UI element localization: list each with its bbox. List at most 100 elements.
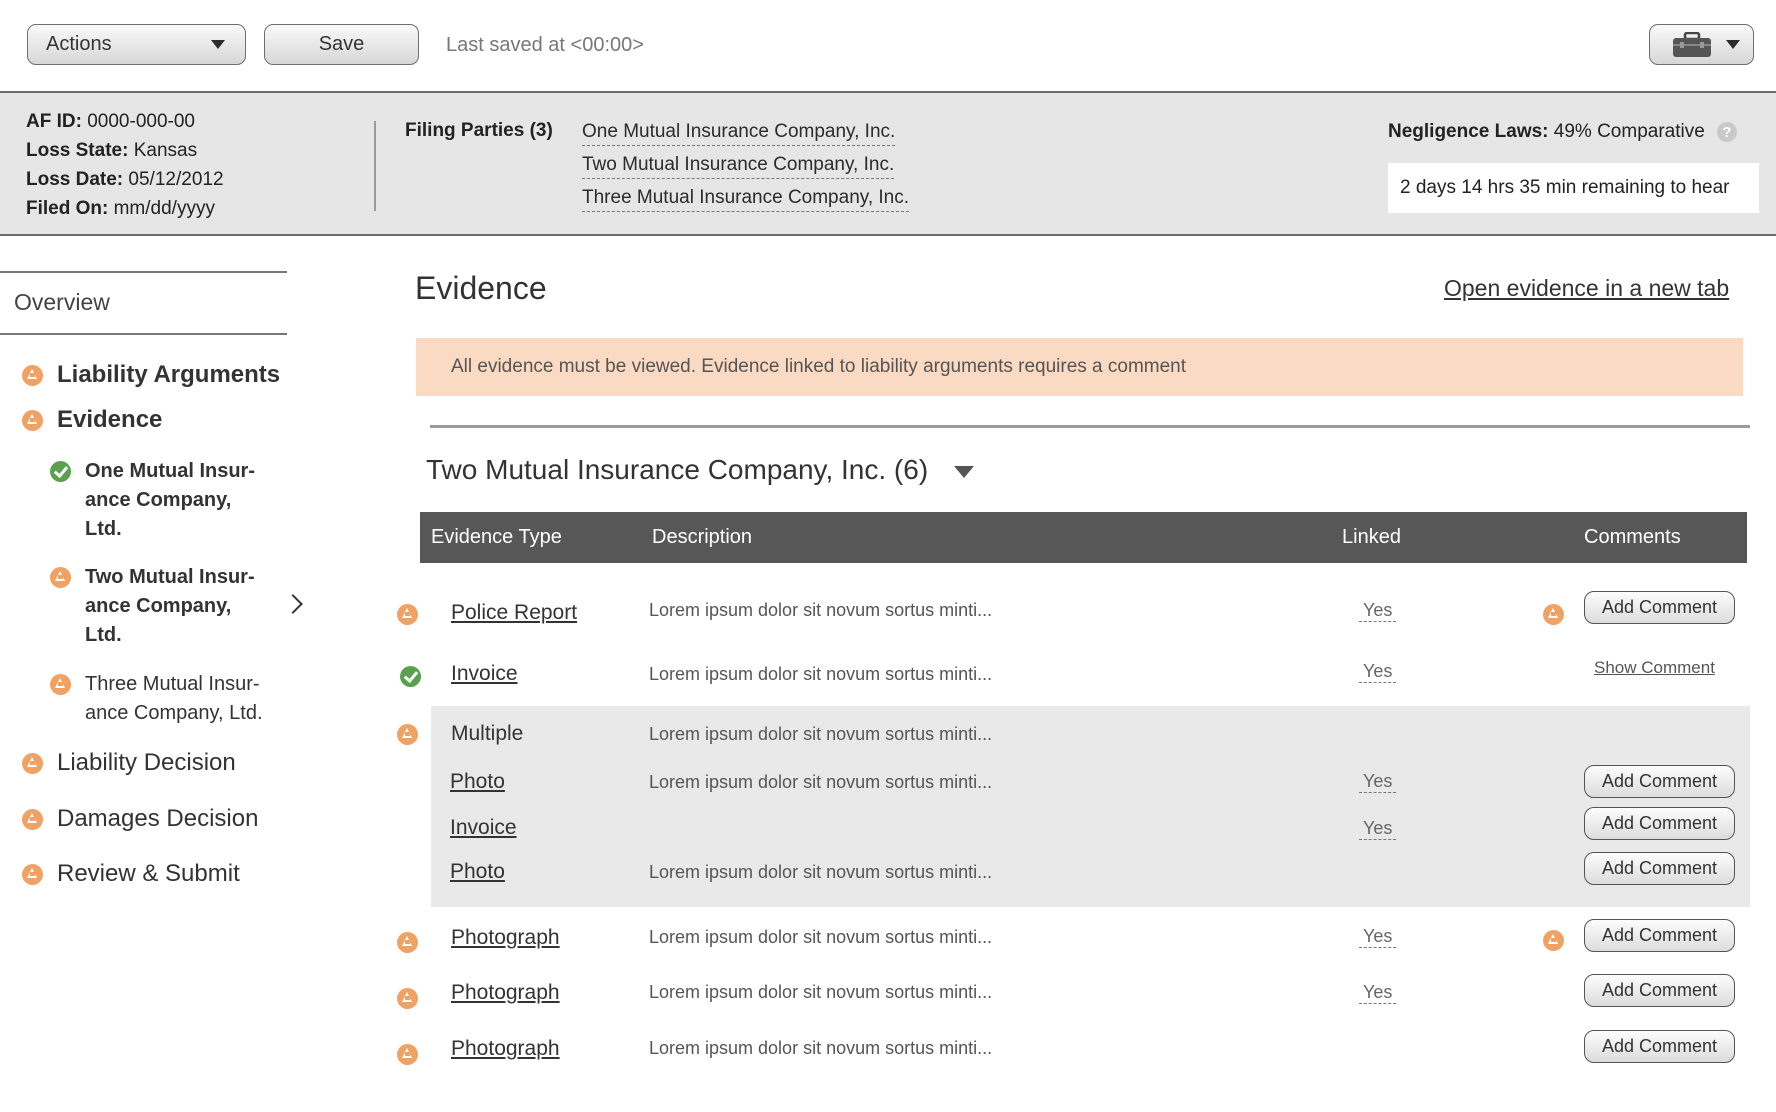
column-header: Evidence Type: [431, 526, 562, 548]
negligence-laws: Negligence Laws: 49% Comparative ?: [1388, 121, 1737, 143]
evidence-link[interactable]: Photograph: [451, 981, 560, 1005]
warning-icon: [50, 674, 71, 695]
nav-evidence-party-one[interactable]: One Mutual Insur- ance Company, Ltd.: [50, 457, 255, 544]
evidence-description: Lorem ipsum dolor sit novum sortus minti…: [649, 927, 993, 947]
column-header: Linked: [1342, 526, 1401, 548]
warning-icon: [1543, 604, 1564, 625]
linked-value[interactable]: Yes: [1359, 770, 1397, 793]
evidence-description: Lorem ipsum dolor sit novum sortus minti…: [649, 862, 993, 882]
nav-label: Damages Decision: [57, 805, 259, 832]
add-comment-button[interactable]: Add Comment: [1584, 807, 1735, 840]
filed-on-value: mm/dd/yyyy: [113, 198, 215, 219]
warning-icon: [50, 567, 71, 588]
evidence-link[interactable]: Photo: [450, 860, 505, 884]
show-comment-link[interactable]: Show Comment: [1594, 658, 1715, 678]
add-comment-button[interactable]: Add Comment: [1584, 591, 1735, 624]
multiple-evidence-group: [431, 706, 1750, 907]
open-evidence-new-tab-link[interactable]: Open evidence in a new tab: [1444, 275, 1729, 302]
nav-label: Two Mutual Insur- ance Company, Ltd.: [85, 566, 255, 646]
linked-value[interactable]: Yes: [1359, 660, 1397, 683]
loss-date-label: Loss Date:: [26, 169, 124, 190]
nav-evidence[interactable]: Evidence: [22, 406, 162, 434]
hearing-timer: 2 days 14 hrs 35 min remaining to hear: [1388, 163, 1759, 213]
divider: [374, 121, 376, 211]
company-selector[interactable]: Two Mutual Insurance Company, Inc. (6): [426, 454, 975, 486]
warning-icon: [22, 365, 43, 386]
company-title: Two Mutual Insurance Company, Inc. (6): [426, 454, 929, 485]
claim-meta: AF ID: 0000-000-00 Loss State: Kansas Lo…: [26, 107, 224, 223]
evidence-type: Multiple: [451, 722, 524, 745]
filing-party-link[interactable]: One Mutual Insurance Company, Inc.: [582, 119, 896, 146]
linked-value[interactable]: Yes: [1359, 925, 1397, 948]
nav-liability-decision[interactable]: Liability Decision: [22, 749, 236, 777]
filing-party-link[interactable]: Three Mutual Insurance Company, Inc.: [582, 185, 910, 212]
nav-label: Liability Decision: [57, 749, 236, 776]
add-comment-button[interactable]: Add Comment: [1584, 852, 1735, 885]
evidence-description: Lorem ipsum dolor sit novum sortus minti…: [649, 772, 993, 792]
claim-info-bar: AF ID: 0000-000-00 Loss State: Kansas Lo…: [0, 93, 1776, 236]
loss-date-value: 05/12/2012: [128, 169, 224, 190]
actions-label: Actions: [46, 33, 112, 55]
divider: [0, 271, 287, 273]
linked-value[interactable]: Yes: [1359, 599, 1397, 622]
loss-state-label: Loss State:: [26, 140, 129, 161]
linked-value[interactable]: Yes: [1359, 981, 1397, 1004]
nav-damages-decision[interactable]: Damages Decision: [22, 805, 258, 833]
check-icon: [50, 461, 71, 482]
help-icon[interactable]: ?: [1716, 122, 1737, 142]
evidence-link[interactable]: Invoice: [451, 662, 518, 686]
chevron-down-icon: [954, 466, 975, 478]
evidence-description: Lorem ipsum dolor sit novum sortus minti…: [649, 982, 993, 1002]
warning-icon: [397, 604, 418, 625]
divider: [0, 333, 287, 335]
nav-evidence-party-three[interactable]: Three Mutual Insur- ance Company, Ltd.: [50, 670, 263, 728]
af-id-label: AF ID:: [26, 111, 82, 132]
nav-label: Three Mutual Insur- ance Company, Ltd.: [85, 673, 263, 724]
af-id-value: 0000-000-00: [87, 111, 195, 132]
toolbox-menu-button[interactable]: [1649, 24, 1754, 65]
warning-icon: [22, 753, 43, 774]
loss-state-value: Kansas: [133, 140, 198, 161]
evidence-link[interactable]: Photograph: [451, 1037, 560, 1061]
chevron-down-icon: [211, 40, 225, 49]
nav-label: Evidence: [57, 406, 163, 433]
nav-evidence-party-two[interactable]: Two Mutual Insur- ance Company, Ltd.: [50, 563, 255, 650]
add-comment-button[interactable]: Add Comment: [1584, 919, 1735, 952]
add-comment-button[interactable]: Add Comment: [1584, 1030, 1735, 1063]
evidence-link[interactable]: Invoice: [450, 816, 517, 840]
warning-icon: [22, 809, 43, 830]
nav-label: One Mutual Insur- ance Company, Ltd.: [85, 460, 255, 540]
top-toolbar: Actions Save Last saved at <00:00>: [0, 0, 1776, 93]
nav-label: Review & Submit: [57, 860, 240, 887]
evidence-alert: All evidence must be viewed. Evidence li…: [416, 338, 1743, 396]
warning-icon: [22, 410, 43, 431]
evidence-link[interactable]: Police Report: [451, 601, 577, 625]
evidence-description: Lorem ipsum dolor sit novum sortus minti…: [649, 664, 993, 684]
chevron-down-icon: [1726, 40, 1740, 49]
linked-value[interactable]: Yes: [1359, 817, 1397, 840]
actions-dropdown-button[interactable]: Actions: [27, 24, 246, 65]
save-button[interactable]: Save: [264, 24, 419, 65]
last-saved-text: Last saved at <00:00>: [446, 34, 644, 56]
evidence-description: Lorem ipsum dolor sit novum sortus minti…: [649, 724, 993, 744]
filing-parties-list: One Mutual Insurance Company, Inc. Two M…: [582, 119, 910, 218]
evidence-description: Lorem ipsum dolor sit novum sortus minti…: [649, 600, 993, 620]
evidence-link[interactable]: Photograph: [451, 926, 560, 950]
nav-liability-arguments[interactable]: Liability Arguments: [22, 361, 280, 389]
nav-review-submit[interactable]: Review & Submit: [22, 860, 240, 888]
table-header: Evidence Type Description Linked Comment…: [420, 512, 1747, 563]
toolbox-icon: [1673, 31, 1711, 57]
column-header: Description: [652, 526, 753, 548]
add-comment-button[interactable]: Add Comment: [1584, 765, 1735, 798]
warning-icon: [397, 988, 418, 1009]
nav-label: Liability Arguments: [57, 361, 281, 388]
page-title: Evidence: [415, 270, 547, 306]
filing-party-link[interactable]: Two Mutual Insurance Company, Inc.: [582, 152, 895, 179]
nav-overview[interactable]: Overview: [14, 289, 110, 316]
add-comment-button[interactable]: Add Comment: [1584, 974, 1735, 1007]
evidence-link[interactable]: Photo: [450, 770, 505, 794]
warning-icon: [397, 724, 418, 745]
filed-on-label: Filed On:: [26, 198, 109, 219]
column-header: Comments: [1584, 526, 1681, 548]
save-label: Save: [318, 33, 365, 55]
